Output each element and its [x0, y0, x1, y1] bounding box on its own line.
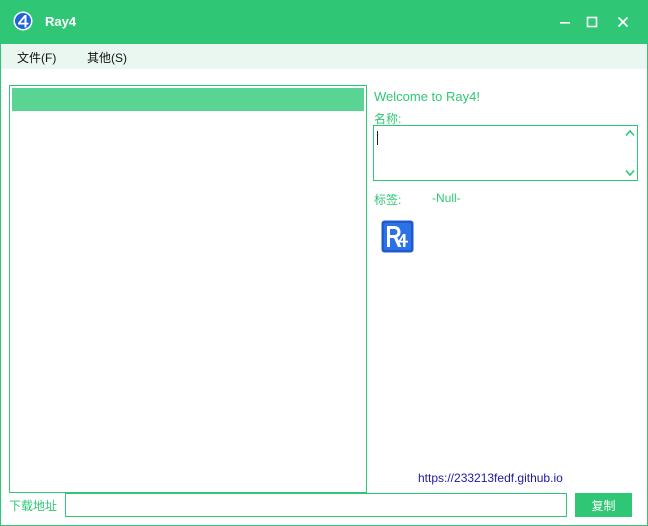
ray4-logo-icon: [381, 220, 414, 253]
maximize-button[interactable]: [577, 7, 607, 37]
text-caret: [377, 131, 378, 145]
minimize-icon: [560, 22, 570, 24]
github-link[interactable]: https://233213fedf.github.io: [418, 471, 563, 485]
welcome-text: Welcome to Ray4!: [374, 89, 480, 104]
menu-other[interactable]: 其他(S): [87, 49, 127, 66]
download-label: 下载地址: [9, 499, 58, 513]
menu-file[interactable]: 文件(F): [17, 49, 56, 66]
window-title: Ray4: [45, 14, 77, 29]
tag-label: 标签:: [374, 193, 402, 207]
chevron-up-icon[interactable]: [625, 129, 635, 137]
close-button[interactable]: [608, 7, 638, 37]
chevron-down-icon[interactable]: [625, 169, 635, 177]
download-url-input[interactable]: [65, 493, 567, 517]
title-bar[interactable]: Ray4: [0, 0, 648, 44]
menu-bar: 文件(F) 其他(S): [0, 44, 648, 69]
name-textarea[interactable]: [373, 125, 638, 181]
ray4-app-icon: [13, 11, 33, 31]
list-item-selected[interactable]: [12, 88, 364, 111]
app-window: Ray4 文件(F) 其他(S) Welcome to Ray4! 名称: 标签…: [0, 0, 648, 526]
item-list[interactable]: [9, 85, 367, 493]
copy-button[interactable]: 复制: [575, 493, 632, 517]
maximize-icon: [586, 16, 598, 28]
close-icon: [617, 16, 629, 28]
minimize-button[interactable]: [550, 7, 580, 37]
tag-value: -Null-: [432, 191, 461, 205]
